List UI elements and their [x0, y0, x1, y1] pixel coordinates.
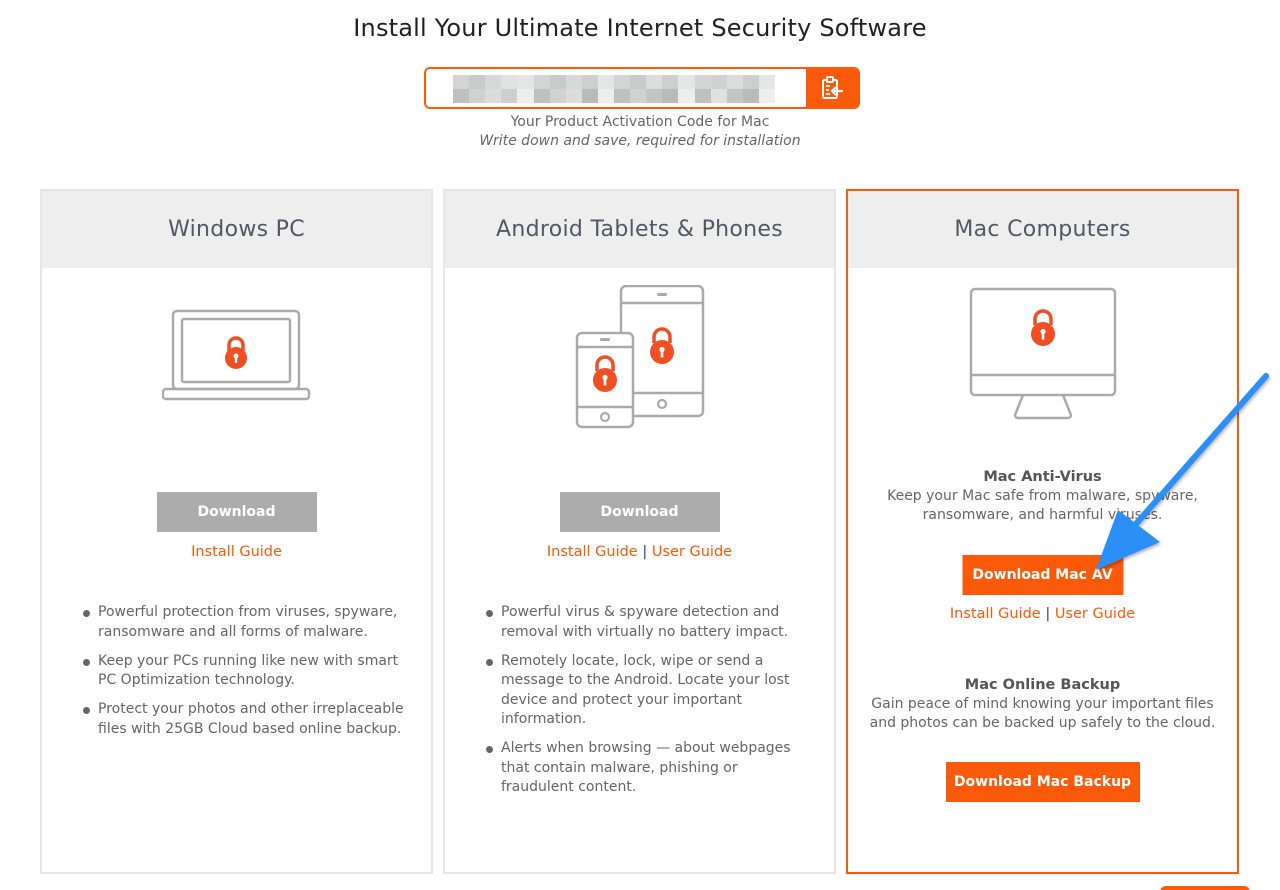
desktop-monitor-lock-icon	[969, 287, 1116, 420]
redaction-pixel	[662, 89, 679, 103]
card-mac-computers: Mac Computers Mac Anti-Virus Keep your M…	[846, 189, 1239, 874]
card-title: Windows PC	[42, 191, 431, 268]
android-feature-list: Powerful virus & spyware detection and r…	[485, 603, 814, 807]
redaction-pixel	[678, 75, 695, 89]
redaction-pixel	[453, 89, 470, 103]
user-guide-link[interactable]: User Guide	[652, 544, 732, 560]
feature-item: Powerful protection from viruses, spywar…	[82, 603, 411, 642]
feature-item: Powerful virus & spyware detection and r…	[485, 603, 814, 642]
product-description: Keep your Mac safe from malware, spyware…	[887, 488, 1198, 504]
card-title: Android Tablets & Phones	[445, 191, 834, 268]
mac-backup-section: Mac Online Backup Gain peace of mind kno…	[848, 676, 1237, 733]
redaction-pixel	[630, 75, 647, 89]
redaction-pixel	[597, 89, 614, 103]
mac-antivirus-section: Mac Anti-Virus Keep your Mac safe from m…	[848, 468, 1237, 525]
download-windows-button[interactable]: Download	[156, 492, 317, 532]
redaction-pixel	[614, 89, 631, 103]
redaction-pixel	[517, 89, 534, 103]
link-separator: |	[1045, 606, 1051, 622]
redaction-pixel	[678, 89, 695, 103]
install-guide-link[interactable]: Install Guide	[950, 606, 1041, 622]
user-guide-link[interactable]: User Guide	[1055, 606, 1135, 622]
redaction-pixel	[694, 89, 711, 103]
feature-item: Alerts when browsing — about webpages th…	[485, 739, 814, 798]
windows-feature-list: Powerful protection from viruses, spywar…	[82, 603, 411, 749]
android-guide-links: Install Guide | User Guide	[445, 544, 834, 560]
redaction-pixel	[469, 75, 486, 89]
product-description: and photos can be backed up safely to th…	[869, 715, 1216, 731]
redaction-pixel	[565, 89, 582, 103]
download-mac-backup-button[interactable]: Download Mac Backup	[945, 762, 1140, 802]
redaction-pixel	[453, 75, 470, 89]
redaction-pixel	[614, 75, 631, 89]
phone-tablet-lock-icon	[575, 285, 704, 429]
redaction-pixel	[646, 75, 663, 89]
redaction-pixel	[581, 89, 598, 103]
redaction-pixel	[501, 75, 518, 89]
bottom-action-tab[interactable]	[1160, 886, 1250, 890]
redaction-pixel	[485, 89, 502, 103]
feature-item: Protect your photos and other irreplacea…	[82, 700, 411, 739]
redaction-pixel	[662, 75, 679, 89]
activation-code-box	[424, 67, 860, 109]
download-android-button[interactable]: Download	[559, 492, 720, 532]
redaction-pixel	[549, 75, 566, 89]
redaction-pixel	[549, 89, 566, 103]
card-title: Mac Computers	[848, 191, 1237, 268]
activation-code-field[interactable]	[426, 69, 806, 107]
redaction-pixel	[533, 75, 550, 89]
activation-code-caption: Your Product Activation Code for Mac Wri…	[0, 113, 1280, 151]
card-windows-pc: Windows PC Download Install Guide Powerf…	[40, 189, 433, 874]
redaction-pixel	[630, 89, 647, 103]
product-title: Mac Online Backup	[964, 677, 1121, 693]
activation-code-label: Your Product Activation Code for Mac	[510, 114, 770, 130]
windows-guide-links: Install Guide	[42, 544, 431, 560]
redaction-pixel	[469, 89, 486, 103]
laptop-lock-icon	[161, 309, 310, 401]
product-description: ransomware, and harmful viruses.	[922, 507, 1163, 523]
redaction-pixel	[565, 75, 582, 89]
product-title: Mac Anti-Virus	[983, 469, 1102, 485]
activation-code-hint: Write down and save, required for instal…	[479, 133, 801, 149]
redaction-pixel	[710, 75, 727, 89]
activation-code-redacted	[453, 75, 775, 103]
link-separator: |	[642, 544, 648, 560]
redaction-pixel	[742, 75, 759, 89]
redaction-pixel	[758, 89, 775, 103]
redaction-pixel	[758, 75, 775, 89]
redaction-pixel	[726, 75, 743, 89]
install-guide-link[interactable]: Install Guide	[191, 544, 282, 560]
redaction-pixel	[710, 89, 727, 103]
product-description: Gain peace of mind knowing your importan…	[871, 696, 1214, 712]
card-android: Android Tablets & Phones Download Instal…	[443, 189, 836, 874]
redaction-pixel	[726, 89, 743, 103]
redaction-pixel	[646, 89, 663, 103]
redaction-pixel	[742, 89, 759, 103]
feature-item: Remotely locate, lock, wipe or send a me…	[485, 652, 814, 730]
redaction-pixel	[581, 75, 598, 89]
redaction-pixel	[485, 75, 502, 89]
redaction-pixel	[533, 89, 550, 103]
mac-av-guide-links: Install Guide | User Guide	[848, 606, 1237, 622]
download-mac-av-button[interactable]: Download Mac AV	[962, 555, 1123, 595]
redaction-pixel	[597, 75, 614, 89]
install-guide-link[interactable]: Install Guide	[547, 544, 638, 560]
feature-item: Keep your PCs running like new with smar…	[82, 652, 411, 691]
redaction-pixel	[694, 75, 711, 89]
redaction-pixel	[517, 75, 534, 89]
copy-code-button[interactable]	[806, 69, 858, 107]
clipboard-copy-icon	[822, 76, 843, 99]
page-title: Install Your Ultimate Internet Security …	[353, 14, 927, 42]
redaction-pixel	[501, 89, 518, 103]
